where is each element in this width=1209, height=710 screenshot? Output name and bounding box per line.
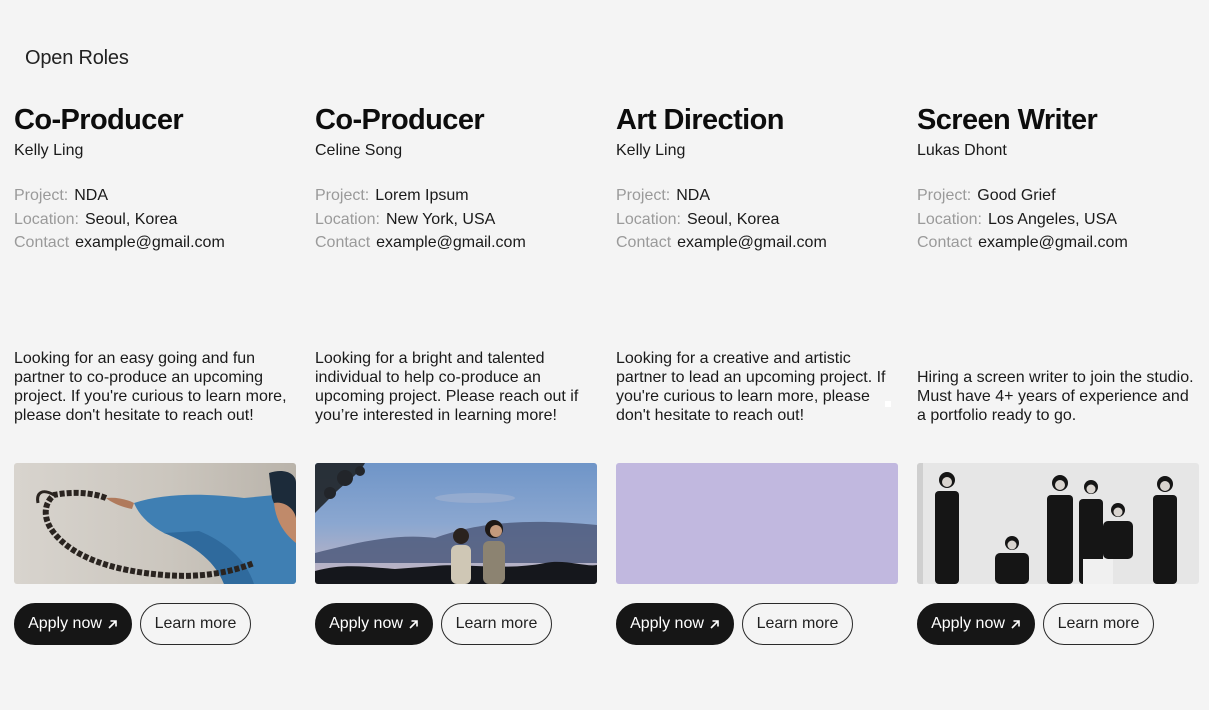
location-row: Location: Seoul, Korea (616, 208, 827, 232)
role-meta: Project: NDA Location: Seoul, Korea Contac… (616, 184, 827, 255)
role-person: Kelly Ling (616, 142, 686, 159)
apply-label: Apply now (931, 615, 1005, 632)
role-title: Screen Writer (917, 104, 1098, 136)
dusk-photo (315, 463, 597, 584)
braid-photo (14, 463, 296, 584)
apply-label: Apply now (329, 615, 403, 632)
location-value: Seoul, Korea (84, 210, 178, 228)
image-placeholder (616, 463, 898, 584)
role-card: Screen Writer Lukas Dhont Project: Good G… (917, 104, 1199, 649)
location-value: Seoul, Korea (686, 210, 780, 228)
role-description: Looking for a bright and talented indivi… (315, 350, 579, 424)
location-value: New York, USA (385, 210, 496, 228)
location-value: Los Angeles, USA (987, 210, 1117, 228)
contact-row: Contact example@gmail.com (14, 231, 225, 255)
role-description: Looking for a creative and artistic part… (616, 350, 886, 424)
project-label: Project: (14, 187, 69, 204)
location-label: Location: (14, 210, 79, 228)
role-meta: Project: Lorem Ipsum Location: New York, U… (315, 184, 526, 255)
project-label: Project: (917, 187, 972, 204)
role-meta: Project: Good Grief Location: Los Angeles,… (917, 184, 1128, 255)
project-label: Project: (616, 187, 671, 204)
role-card: Co-Producer Celine Song Project: Lorem Ip… (315, 104, 597, 649)
apply-now-button[interactable]: Apply now (917, 603, 1035, 645)
apply-now-button[interactable]: Apply now (14, 603, 132, 645)
learn-more-button[interactable]: Learn more (441, 603, 552, 645)
contact-value: example@gmail.com (978, 234, 1128, 251)
arrow-up-right-icon (1011, 619, 1020, 629)
apply-label: Apply now (630, 615, 704, 632)
location-label: Location: (315, 210, 380, 228)
project-row: Project: Lorem Ipsum (315, 184, 526, 208)
arrow-up-right-icon (710, 619, 719, 629)
apply-label: Apply now (28, 615, 102, 632)
role-title: Art Direction (616, 104, 784, 136)
project-value: Lorem Ipsum (375, 187, 469, 204)
project-row: Project: NDA (616, 184, 827, 208)
location-row: Location: Los Angeles, USA (917, 208, 1128, 232)
arrow-up-right-icon (409, 619, 418, 629)
location-label: Location: (917, 210, 982, 228)
roles-grid: Co-Producer Kelly Ling Project: NDA Locat… (14, 104, 1204, 664)
role-title: Co-Producer (14, 104, 184, 136)
apply-now-button[interactable]: Apply now (315, 603, 433, 645)
project-value: Good Grief (977, 187, 1056, 204)
role-image (917, 463, 1199, 584)
role-meta: Project: NDA Location: Seoul, Korea Contac… (14, 184, 225, 255)
role-title: Co-Producer (315, 104, 485, 136)
role-person: Celine Song (315, 142, 403, 159)
contact-label: Contact (14, 234, 70, 251)
arrow-up-right-icon (108, 619, 117, 629)
role-person: Kelly Ling (14, 142, 84, 159)
role-image (14, 463, 296, 584)
project-value: NDA (74, 187, 109, 204)
role-description: Looking for an easy going and fun partne… (14, 350, 287, 424)
contact-value: example@gmail.com (677, 234, 827, 251)
role-card: Co-Producer Kelly Ling Project: NDA Locat… (14, 104, 296, 649)
location-label: Location: (616, 210, 681, 228)
team-photo (917, 463, 1199, 584)
contact-row: Contact example@gmail.com (917, 231, 1128, 255)
learn-more-button[interactable]: Learn more (140, 603, 251, 645)
contact-row: Contact example@gmail.com (315, 231, 526, 255)
apply-now-button[interactable]: Apply now (616, 603, 734, 645)
location-row: Location: New York, USA (315, 208, 526, 232)
project-label: Project: (315, 187, 370, 204)
role-description: Hiring a screen writer to join the studi… (917, 369, 1194, 424)
learn-more-button[interactable]: Learn more (1043, 603, 1154, 645)
role-person: Lukas Dhont (917, 142, 1007, 159)
contact-label: Contact (315, 234, 371, 251)
contact-row: Contact example@gmail.com (616, 231, 827, 255)
contact-label: Contact (917, 234, 973, 251)
contact-value: example@gmail.com (75, 234, 225, 251)
page-title: Open Roles (25, 47, 129, 69)
project-row: Project: NDA (14, 184, 225, 208)
project-row: Project: Good Grief (917, 184, 1128, 208)
stray-dot (885, 401, 891, 407)
location-row: Location: Seoul, Korea (14, 208, 225, 232)
role-card: Art Direction Kelly Ling Project: NDA Loc… (616, 104, 898, 649)
learn-more-button[interactable]: Learn more (742, 603, 853, 645)
contact-value: example@gmail.com (376, 234, 526, 251)
role-image (315, 463, 597, 584)
contact-label: Contact (616, 234, 672, 251)
project-value: NDA (676, 187, 711, 204)
